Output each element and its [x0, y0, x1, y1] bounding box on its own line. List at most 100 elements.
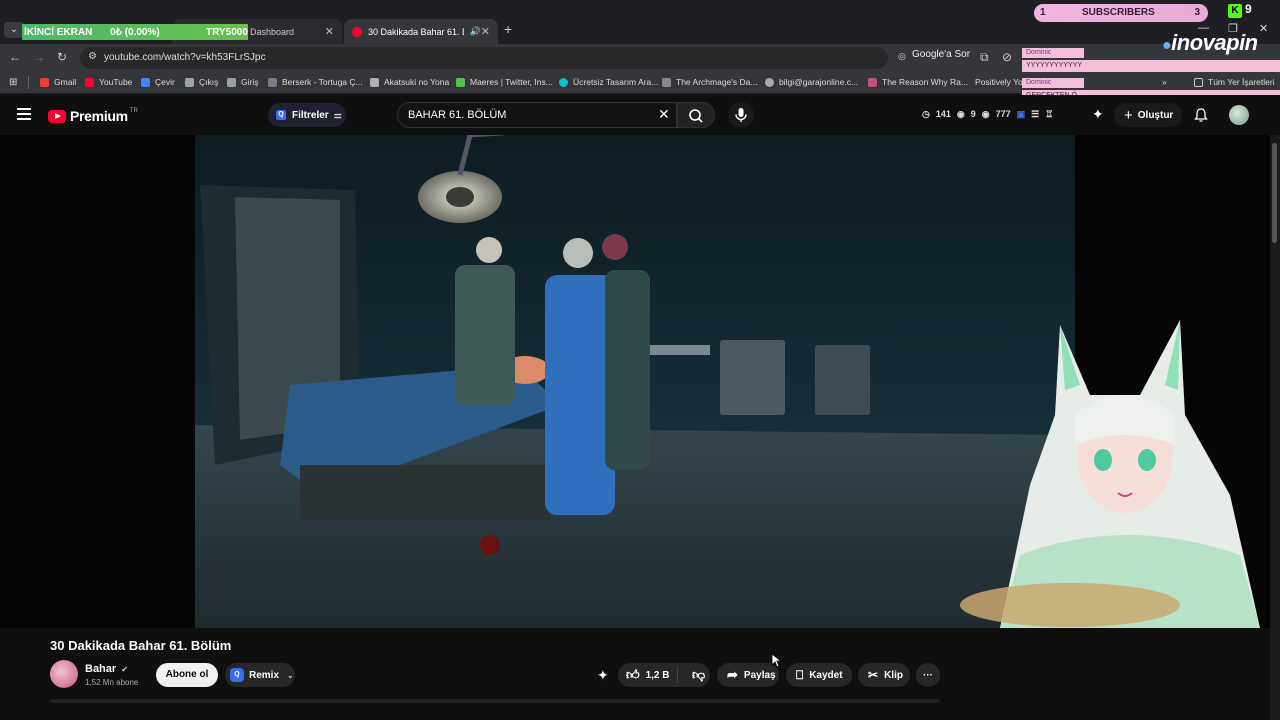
- chat-user-tag: Dominic: [1022, 48, 1084, 58]
- bookmark-email[interactable]: bilgi@garajonline.c...: [765, 77, 858, 87]
- stat-value: 141: [935, 109, 951, 119]
- bookmark-akatsuki[interactable]: Akatsuki no Yona: [370, 77, 449, 87]
- eye-off-icon[interactable]: ⊘: [1002, 50, 1012, 64]
- ai-sparkle-icon[interactable]: ✦: [597, 667, 609, 684]
- bookmarks-overflow-icon[interactable]: »: [1162, 77, 1167, 87]
- remix-button[interactable]: Q Remix ⌄: [225, 663, 295, 687]
- microphone-icon: [735, 108, 747, 122]
- clear-search-icon[interactable]: ✕: [658, 106, 670, 123]
- new-tab-button[interactable]: +: [504, 21, 512, 37]
- bookmark-positively[interactable]: Positively Yo...: [970, 77, 1022, 87]
- save-label: Kaydet: [809, 669, 843, 681]
- youtube-icon: [85, 77, 94, 87]
- folder-icon: [1194, 77, 1203, 87]
- nurse-gown: [605, 270, 650, 470]
- share-icon: ➦: [727, 667, 738, 682]
- kick-widget: K9: [1228, 2, 1262, 20]
- chat-user-tag: Dominic: [1022, 78, 1084, 88]
- site-info-icon[interactable]: ⚙: [88, 51, 97, 62]
- hamburger-menu-icon[interactable]: [17, 108, 31, 120]
- site-icon: [268, 77, 277, 87]
- list-icon[interactable]: ☰: [1031, 109, 1039, 120]
- bookmark-archmage[interactable]: The Archmage's Da...: [662, 77, 757, 87]
- subs-label: SUBSCRIBERS: [1082, 7, 1155, 18]
- tab-label: 30 Dakikada Bahar 61. Bölüm: [368, 26, 464, 37]
- youtube-logo[interactable]: Premium TR: [48, 108, 138, 124]
- bookmark-gmail[interactable]: Gmail: [40, 77, 76, 87]
- url-text[interactable]: youtube.com/watch?v=kh53FLrSJpc: [104, 52, 265, 63]
- bookmark-reason[interactable]: The Reason Why Ra...: [868, 77, 968, 87]
- site-icon: [868, 77, 877, 87]
- tab-close-icon[interactable]: ✕: [325, 25, 334, 38]
- all-bookmarks[interactable]: Tüm Yer İşaretleri: [1194, 77, 1275, 87]
- filters-label: Filtreler: [292, 109, 329, 121]
- scrollbar-thumb[interactable]: [1272, 143, 1277, 243]
- subs-count-left: 1: [1040, 7, 1046, 18]
- apps-grid-icon[interactable]: ⊞: [9, 77, 17, 88]
- bookmark-divider: [28, 76, 29, 89]
- tab-search-button[interactable]: ⌄: [4, 22, 24, 38]
- extension-stats: ◷ 141 ◉ 9 ◉ 777 ▣ ☰ ♖: [922, 109, 1053, 120]
- description-box-edge: [50, 699, 940, 703]
- video-player[interactable]: [0, 135, 1270, 628]
- bookmark-translate[interactable]: Çevir: [141, 77, 175, 87]
- extension-icon[interactable]: ▣: [1017, 109, 1026, 120]
- thumbs-down-icon[interactable]: 👎︎: [684, 667, 705, 683]
- sliders-icon: ⚌: [333, 109, 342, 120]
- back-icon[interactable]: ←: [9, 50, 21, 64]
- reload-icon[interactable]: ↻: [57, 50, 67, 64]
- channel-name[interactable]: Bahar ✔: [85, 663, 128, 675]
- trophy-icon[interactable]: ♖: [1045, 109, 1053, 120]
- subscriber-widget: 1 SUBSCRIBERS 3: [1034, 4, 1208, 22]
- bookmark-berserk[interactable]: Berserk - Tortuga Ç...: [268, 77, 363, 87]
- create-label: Oluştur: [1137, 109, 1174, 121]
- pin-icon: ●: [1162, 37, 1172, 54]
- close-window-icon[interactable]: ✕: [1259, 22, 1268, 35]
- bookmark-logout[interactable]: Çıkış: [185, 77, 218, 87]
- clip-button[interactable]: ✂ Klip: [858, 663, 910, 687]
- channel-avatar[interactable]: [50, 660, 78, 688]
- tab-close-icon[interactable]: ✕: [481, 25, 490, 38]
- verified-icon: ✔: [121, 665, 128, 674]
- filters-button[interactable]: Q Filtreler ⚌: [268, 103, 346, 127]
- nurse-head: [602, 234, 628, 260]
- bookmark-maeres[interactable]: Maeres | Twitter, Ins...: [456, 77, 553, 87]
- page-scrollbar[interactable]: [1270, 135, 1280, 720]
- install-icon[interactable]: ⧉: [980, 50, 989, 65]
- search-button[interactable]: [677, 102, 715, 128]
- share-label: Paylaş: [743, 669, 776, 681]
- share-button[interactable]: ➦ Paylaş: [717, 663, 779, 687]
- account-avatar[interactable]: [1229, 105, 1249, 125]
- google-ask-button[interactable]: Google'a Sor: [912, 49, 970, 60]
- sponsor-logo-text: inovapin: [1171, 30, 1258, 55]
- save-button[interactable]: ⎕ Kaydet: [786, 663, 852, 687]
- channel-subscriber-count: 1,52 Mn abone: [85, 678, 139, 687]
- more-icon: ···: [923, 669, 933, 681]
- ticker-value: 0₺ (0.00%): [110, 26, 160, 38]
- bookmark-login[interactable]: Giriş: [227, 77, 258, 87]
- create-button[interactable]: + Oluştur: [1114, 103, 1182, 127]
- subscribe-button[interactable]: Abone ol: [156, 663, 218, 687]
- subs-count-right: 3: [1194, 7, 1200, 18]
- mouse-cursor-icon: [772, 654, 782, 668]
- medical-cart: [720, 340, 785, 415]
- surgeon-head-blue: [563, 238, 593, 268]
- gemini-icon[interactable]: ✦: [1092, 106, 1104, 123]
- notifications-bell-icon[interactable]: [1193, 107, 1209, 123]
- like-button[interactable]: 👍︎ 1,2 B: [618, 667, 678, 683]
- forward-icon[interactable]: →: [33, 50, 45, 64]
- search-query[interactable]: BAHAR 61. BÖLÜM: [408, 109, 506, 121]
- bookmark-youtube[interactable]: YouTube: [85, 77, 132, 87]
- address-bar[interactable]: ⚙ youtube.com/watch?v=kh53FLrSJpc: [80, 47, 888, 69]
- video-title: 30 Dakikada Bahar 61. Bölüm: [50, 638, 232, 653]
- voice-search-button[interactable]: [728, 102, 754, 128]
- gmail-icon: [40, 77, 49, 87]
- anesthesia-machine: [815, 345, 870, 415]
- search-input[interactable]: BAHAR 61. BÖLÜM: [397, 102, 677, 128]
- eye-icon: ◉: [981, 109, 990, 119]
- canva-icon: [559, 77, 568, 87]
- tab-video[interactable]: 30 Dakikada Bahar 61. Bölüm 🔊 ✕: [344, 19, 498, 44]
- bookmark-design[interactable]: Ücretsiz Tasarım Ara...: [559, 77, 658, 87]
- more-actions-button[interactable]: ···: [916, 663, 940, 687]
- audio-playing-icon[interactable]: 🔊: [470, 26, 481, 37]
